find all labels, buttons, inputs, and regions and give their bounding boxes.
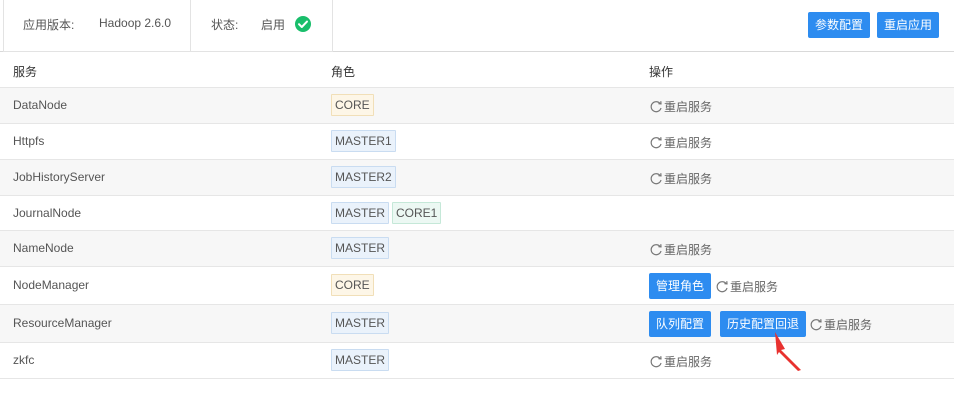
role-tag: MASTER1 [331,130,396,152]
table-row: zkfc MASTER 重启服务 [0,343,954,379]
table-row: JournalNode MASTER CORE1 [0,196,954,231]
refresh-icon [650,355,662,367]
restart-service-label: 重启服务 [824,318,873,332]
restart-service-label: 重启服务 [664,355,713,369]
restart-app-button[interactable]: 重启应用 [877,12,940,38]
service-name: NameNode [13,241,74,255]
refresh-icon [650,243,662,255]
red-arrow-pointer-icon [775,332,801,371]
version-value: Hadoop 2.6.0 [99,16,172,30]
service-name: NodeManager [13,278,90,292]
check-circle-icon [295,16,311,32]
table-row: Httpfs MASTER1 重启服务 [0,124,954,160]
restart-service-label: 重启服务 [664,100,713,114]
restart-service-label: 重启服务 [664,243,713,257]
service-name: ResourceManager [13,316,112,330]
refresh-icon [650,172,662,184]
role-tag: MASTER [331,349,390,371]
restart-service-link[interactable]: 重启服务 [809,316,872,333]
restart-service-link[interactable]: 重启服务 [649,170,712,187]
column-header-action: 操作 [649,65,674,79]
info-divider [190,0,191,52]
restart-service-link[interactable]: 重启服务 [649,98,712,115]
app-info-box: 应用版本: Hadoop 2.6.0 状态: 启用 [3,0,333,52]
role-tag: MASTER [331,312,390,334]
service-name: zkfc [13,353,35,367]
table-row: NodeManager CORE 管理角色 重启服务 [0,267,954,305]
restart-service-label: 重启服务 [730,280,779,294]
restart-service-label: 重启服务 [664,136,713,150]
role-tag: CORE1 [392,202,442,224]
table-row: ResourceManager MASTER 队列配置 历史配置回退 重启服务 [0,305,954,343]
column-header-service: 服务 [13,65,38,79]
status-value: 启用 [261,18,286,32]
table-header: 服务 角色 操作 [0,52,954,88]
queue-config-button[interactable]: 队列配置 [649,311,712,337]
refresh-icon [650,100,662,112]
restart-service-link[interactable]: 重启服务 [715,278,778,295]
refresh-icon [716,280,728,292]
service-name: Httpfs [13,134,45,148]
service-name: JobHistoryServer [13,170,106,184]
app-info-bar: 应用版本: Hadoop 2.6.0 状态: 启用 参数配置 重启应用 [0,0,954,52]
service-name: JournalNode [13,206,82,220]
refresh-icon [810,318,822,330]
param-config-button[interactable]: 参数配置 [808,12,871,38]
role-tag: MASTER [331,202,390,224]
role-tag: CORE [331,94,374,116]
restart-service-link[interactable]: 重启服务 [649,241,712,258]
version-label: 应用版本: [23,18,75,32]
role-tag: CORE [331,274,374,296]
restart-service-link[interactable]: 重启服务 [649,134,712,151]
refresh-icon [650,136,662,148]
manage-roles-button[interactable]: 管理角色 [649,273,712,299]
restart-service-label: 重启服务 [664,172,713,186]
role-tag: MASTER2 [331,166,396,188]
table-row: DataNode CORE 重启服务 [0,88,954,124]
status-label: 状态: [211,18,239,32]
role-tag: MASTER [331,237,390,259]
column-header-role: 角色 [331,65,356,79]
table-row: NameNode MASTER 重启服务 [0,231,954,267]
service-name: DataNode [13,98,68,112]
table-row: JobHistoryServer MASTER2 重启服务 [0,160,954,196]
restart-service-link[interactable]: 重启服务 [649,353,712,370]
